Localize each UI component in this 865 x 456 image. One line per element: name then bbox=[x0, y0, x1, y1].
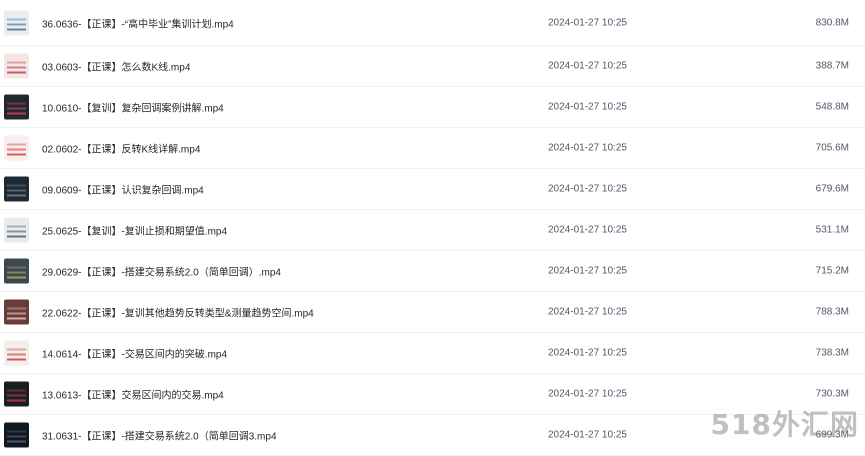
video-thumbnail-icon[interactable] bbox=[4, 53, 29, 79]
file-name[interactable]: 31.0631-【正课】-搭建交易系统2.0（简单回调3.mp4 bbox=[42, 428, 277, 443]
file-size: 788.3M bbox=[815, 306, 849, 318]
video-thumbnail-icon[interactable] bbox=[4, 299, 29, 325]
file-size: 830.8M bbox=[815, 17, 849, 28]
file-name[interactable]: 03.0603-【正课】怎么数K线.mp4 bbox=[42, 59, 190, 74]
file-name[interactable]: 25.0625-【复训】-复训止损和期望值.mp4 bbox=[42, 223, 227, 238]
video-thumbnail-icon[interactable] bbox=[4, 381, 29, 407]
file-name[interactable]: 02.0602-【正课】反转K线详解.mp4 bbox=[42, 141, 200, 156]
file-size: 679.6M bbox=[815, 183, 849, 195]
file-row[interactable]: 29.0629-【正课】-搭建交易系统2.0（简单回调）.mp4 2024-01-… bbox=[0, 251, 865, 292]
video-thumbnail-icon[interactable] bbox=[4, 422, 29, 448]
file-name[interactable]: 10.0610-【复训】复杂回调案例讲解.mp4 bbox=[42, 100, 224, 115]
file-name[interactable]: 09.0609-【正课】认识复杂回调.mp4 bbox=[42, 182, 204, 197]
file-list: 36.0636-【正课】-“高中毕业”集训计划.mp4 2024-01-27 10… bbox=[0, 0, 865, 456]
video-thumbnail-icon[interactable] bbox=[4, 340, 29, 366]
file-size: 715.2M bbox=[815, 265, 849, 277]
video-thumbnail-icon[interactable] bbox=[4, 217, 29, 243]
file-size: 388.7M bbox=[815, 60, 849, 72]
file-name[interactable]: 29.0629-【正课】-搭建交易系统2.0（简单回调）.mp4 bbox=[42, 264, 281, 279]
file-size: 738.3M bbox=[815, 347, 849, 359]
file-row[interactable]: 14.0614-【正课】-交易区间内的突破.mp4 2024-01-27 10:2… bbox=[0, 333, 865, 374]
file-size: 531.1M bbox=[815, 224, 849, 236]
video-thumbnail-icon[interactable] bbox=[4, 10, 29, 35]
file-modified-date: 2024-01-27 10:25 bbox=[548, 17, 627, 28]
file-modified-date: 2024-01-27 10:25 bbox=[548, 265, 627, 277]
file-size: 548.8M bbox=[815, 101, 849, 113]
video-thumbnail-icon[interactable] bbox=[4, 135, 29, 161]
file-row[interactable]: 36.0636-【正课】-“高中毕业”集训计划.mp4 2024-01-27 10… bbox=[0, 0, 865, 46]
file-modified-date: 2024-01-27 10:25 bbox=[548, 306, 627, 318]
file-row[interactable]: 09.0609-【正课】认识复杂回调.mp4 2024-01-27 10:25 67… bbox=[0, 169, 865, 210]
file-row[interactable]: 31.0631-【正课】-搭建交易系统2.0（简单回调3.mp4 2024-01-… bbox=[0, 415, 865, 456]
file-modified-date: 2024-01-27 10:25 bbox=[548, 429, 627, 441]
file-modified-date: 2024-01-27 10:25 bbox=[548, 142, 627, 154]
file-modified-date: 2024-01-27 10:25 bbox=[548, 183, 627, 195]
file-name[interactable]: 13.0613-【正课】交易区间内的交易.mp4 bbox=[42, 387, 224, 402]
file-size: 730.3M bbox=[815, 388, 849, 400]
file-modified-date: 2024-01-27 10:25 bbox=[548, 60, 627, 72]
file-row[interactable]: 02.0602-【正课】反转K线详解.mp4 2024-01-27 10:25 70… bbox=[0, 128, 865, 169]
video-thumbnail-icon[interactable] bbox=[4, 94, 29, 120]
video-thumbnail-icon[interactable] bbox=[4, 176, 29, 202]
file-row[interactable]: 13.0613-【正课】交易区间内的交易.mp4 2024-01-27 10:25… bbox=[0, 374, 865, 415]
file-size: 705.6M bbox=[815, 142, 849, 154]
file-modified-date: 2024-01-27 10:25 bbox=[548, 101, 627, 113]
video-thumbnail-icon[interactable] bbox=[4, 258, 29, 284]
file-name[interactable]: 36.0636-【正课】-“高中毕业”集训计划.mp4 bbox=[42, 15, 234, 30]
file-modified-date: 2024-01-27 10:25 bbox=[548, 224, 627, 236]
file-name[interactable]: 14.0614-【正课】-交易区间内的突破.mp4 bbox=[42, 346, 227, 361]
file-row[interactable]: 03.0603-【正课】怎么数K线.mp4 2024-01-27 10:25 388… bbox=[0, 46, 865, 87]
file-modified-date: 2024-01-27 10:25 bbox=[548, 388, 627, 400]
file-size: 699.3M bbox=[815, 429, 849, 441]
file-name[interactable]: 22.0622-【正课】-复训其他趋势反转类型&测量趋势空间.mp4 bbox=[42, 305, 314, 320]
file-row[interactable]: 22.0622-【正课】-复训其他趋势反转类型&测量趋势空间.mp4 2024-0… bbox=[0, 292, 865, 333]
file-row[interactable]: 25.0625-【复训】-复训止损和期望值.mp4 2024-01-27 10:2… bbox=[0, 210, 865, 251]
file-row[interactable]: 10.0610-【复训】复杂回调案例讲解.mp4 2024-01-27 10:25… bbox=[0, 87, 865, 128]
file-modified-date: 2024-01-27 10:25 bbox=[548, 347, 627, 359]
